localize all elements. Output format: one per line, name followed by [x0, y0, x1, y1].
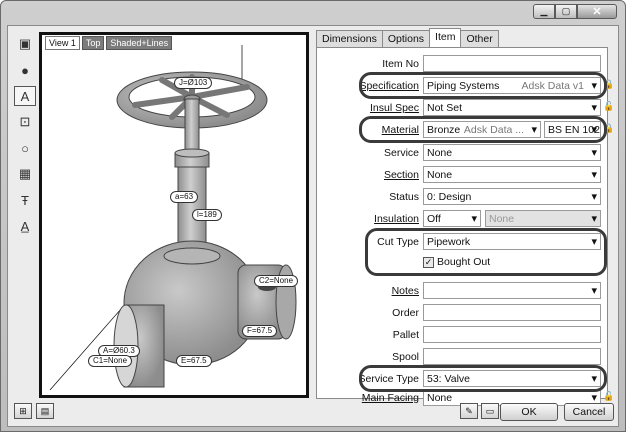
- material-standard-dropdown[interactable]: BS EN 1025: [544, 121, 601, 138]
- insul-spec-dropdown[interactable]: Not Set: [423, 99, 601, 116]
- insulation-dropdown[interactable]: Off: [423, 210, 481, 227]
- grid-view-icon[interactable]: ▦: [14, 164, 36, 184]
- dim-l-label[interactable]: l=189: [192, 209, 222, 221]
- tab-other[interactable]: Other: [460, 30, 499, 47]
- close-button[interactable]: ✕: [577, 4, 617, 19]
- box-view-icon[interactable]: ⊡: [14, 112, 36, 132]
- dialog-body: ▣ ● A ⊡ ○ ▦ Ŧ A̲ View 1 Top Shaded+Lines: [7, 25, 619, 427]
- service-dropdown[interactable]: None: [423, 144, 601, 161]
- dim-c2-label[interactable]: C2=None: [254, 275, 299, 287]
- status-dropdown[interactable]: 0: Design: [423, 188, 601, 205]
- shading-mode-tab[interactable]: Shaded+Lines: [106, 36, 173, 50]
- checkbox-checked-icon: ✓: [423, 256, 434, 268]
- order-label: Order: [392, 307, 419, 319]
- lock-closed-icon[interactable]: 🔒: [603, 123, 614, 134]
- status-label: Status: [389, 191, 419, 203]
- material-source: Adsk Data ...: [463, 124, 524, 136]
- service-label: Service: [383, 147, 419, 159]
- view-cube-icon[interactable]: ▣: [14, 34, 36, 54]
- circle-tool-icon[interactable]: ○: [14, 138, 36, 158]
- text-tool-icon[interactable]: A: [14, 86, 36, 106]
- dim-a-label[interactable]: a=63: [170, 191, 199, 203]
- dialog-footer: ✎ ▭ OK Cancel: [8, 400, 618, 426]
- item-no-input[interactable]: [423, 55, 601, 72]
- folder-icon[interactable]: ▭: [481, 403, 499, 419]
- render-sphere-icon[interactable]: ●: [14, 60, 36, 80]
- cancel-button[interactable]: Cancel: [564, 403, 614, 421]
- pallet-input[interactable]: [423, 326, 601, 343]
- bought-out-checkbox[interactable]: ✓ Bought Out: [423, 256, 490, 268]
- specification-value: Piping Systems: [427, 80, 500, 92]
- specification-label[interactable]: Specification: [359, 80, 419, 92]
- text-style-icon[interactable]: Ŧ: [14, 190, 36, 210]
- specification-source: Adsk Data v1: [521, 80, 584, 92]
- valve-model: [49, 45, 297, 391]
- pallet-label: Pallet: [392, 329, 419, 341]
- insul-spec-label[interactable]: Insul Spec: [370, 102, 419, 114]
- specification-dropdown[interactable]: Piping Systems Adsk Data v1: [423, 77, 601, 94]
- minimize-button[interactable]: ▁: [533, 4, 555, 19]
- insulation-thickness-dropdown: None: [485, 210, 601, 227]
- material-label[interactable]: Material: [382, 124, 419, 136]
- spool-label: Spool: [392, 351, 419, 363]
- order-input[interactable]: [423, 304, 601, 321]
- section-label[interactable]: Section: [384, 169, 419, 181]
- service-type-label: Service Type: [358, 373, 419, 385]
- top-view-tab[interactable]: Top: [81, 36, 105, 50]
- maximize-button[interactable]: ▢: [555, 4, 577, 19]
- view-toolbar: ▣ ● A ⊡ ○ ▦ Ŧ A̲: [12, 34, 38, 394]
- 3d-viewport[interactable]: View 1 Top Shaded+Lines J=Ø103 a=63 l=18…: [39, 32, 309, 398]
- dim-f-label[interactable]: F=67.5: [242, 325, 278, 337]
- tab-item[interactable]: Item: [429, 28, 462, 47]
- notes-label[interactable]: Notes: [392, 285, 419, 297]
- cut-type-dropdown[interactable]: Pipework: [423, 233, 601, 250]
- service-type-dropdown[interactable]: 53: Valve: [423, 370, 601, 387]
- dim-e-label[interactable]: E=67.5: [176, 355, 212, 367]
- title-bar: ▁ ▢ ✕: [1, 1, 625, 23]
- tab-dimensions[interactable]: Dimensions: [316, 30, 383, 47]
- item-no-label: Item No: [382, 58, 419, 70]
- spool-input[interactable]: [423, 348, 601, 365]
- bought-out-label: Bought Out: [437, 256, 491, 268]
- section-dropdown[interactable]: None: [423, 166, 601, 183]
- ok-button[interactable]: OK: [500, 403, 558, 421]
- properties-panel: Dimensions Options Item Other Item No Sp…: [312, 28, 614, 406]
- insulation-label[interactable]: Insulation: [374, 213, 419, 225]
- notes-dropdown[interactable]: [423, 282, 601, 299]
- cut-type-label: Cut Type: [377, 236, 419, 248]
- handwheel-diameter-label[interactable]: J=Ø103: [174, 77, 213, 89]
- material-value: Bronze: [427, 124, 461, 136]
- edit-brush-icon[interactable]: ✎: [460, 403, 478, 419]
- lock-closed-icon[interactable]: 🔒: [603, 79, 614, 90]
- dim-c1-label[interactable]: C1=None: [88, 355, 133, 367]
- dimension-text-icon[interactable]: A̲: [14, 216, 36, 236]
- item-tab-panel: Item No Specification Piping Systems Ads…: [316, 47, 614, 406]
- dialog-window: ▁ ▢ ✕ ▣ ● A ⊡ ○ ▦ Ŧ A̲ View 1 Top Shaded…: [0, 0, 626, 432]
- material-dropdown[interactable]: Bronze Adsk Data ...: [423, 121, 541, 138]
- lock-open-icon[interactable]: 🔓: [603, 101, 614, 112]
- tab-options[interactable]: Options: [381, 30, 431, 47]
- view-1-tab[interactable]: View 1: [45, 36, 80, 50]
